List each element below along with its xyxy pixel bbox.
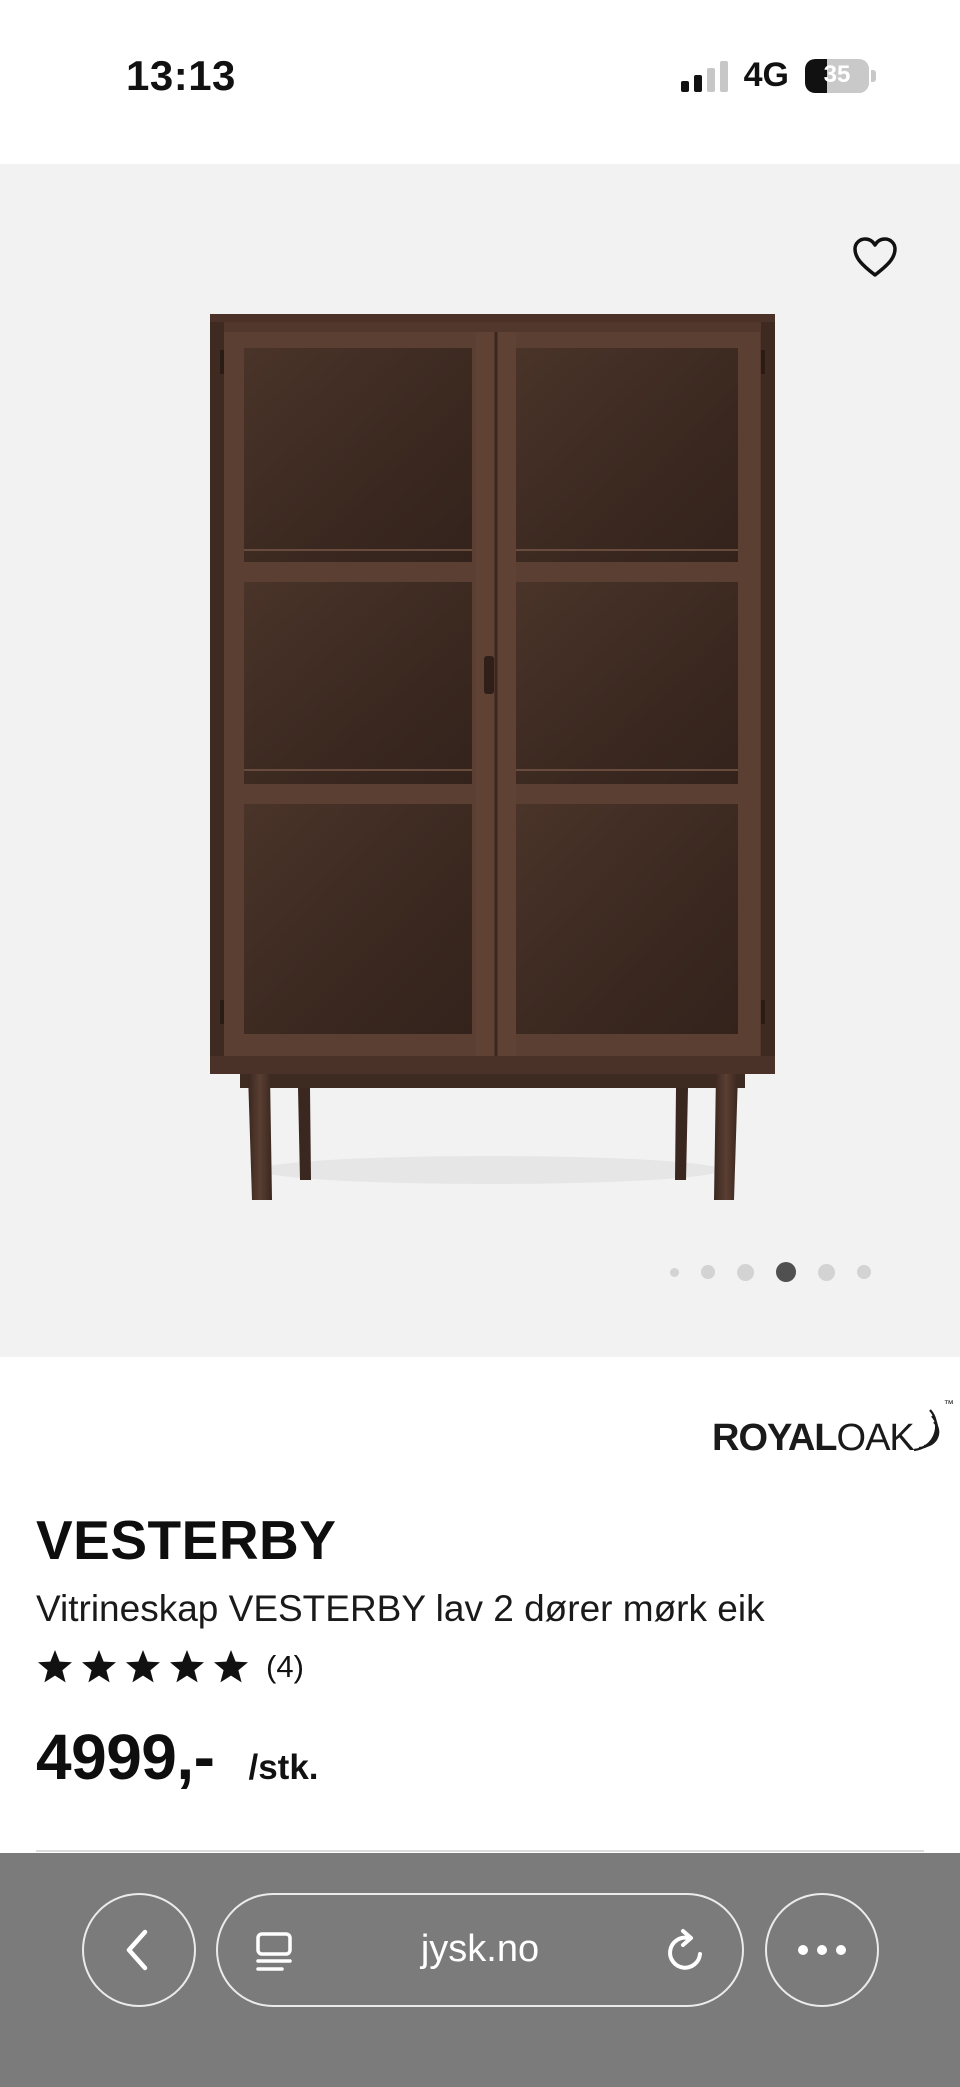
star-icon: [126, 1650, 160, 1683]
rating-stars: [36, 1648, 250, 1686]
carousel-dot[interactable]: [670, 1267, 679, 1277]
rating[interactable]: (4): [36, 1648, 304, 1686]
heart-outline-icon: [853, 237, 897, 277]
brand-arc-icon: [913, 1409, 940, 1452]
battery-level: 35: [823, 60, 851, 88]
chevron-left-icon: [126, 1929, 148, 1971]
price-unit: /stk.: [248, 1748, 319, 1787]
address-bar[interactable]: jysk.no: [216, 1893, 744, 2007]
carousel-dot[interactable]: [818, 1263, 835, 1281]
product-title: VESTERBY: [36, 1509, 337, 1571]
product-image[interactable]: [200, 310, 780, 1200]
ellipsis-icon: [798, 1945, 846, 1955]
divider: [36, 1850, 924, 1852]
reload-icon[interactable]: [664, 1928, 708, 1974]
brand-name-part1: ROYAL: [712, 1417, 838, 1459]
battery-icon: 35: [805, 58, 869, 93]
price-row: 4999,- /stk.: [36, 1720, 319, 1794]
battery-nub: [871, 69, 876, 82]
wishlist-button[interactable]: [850, 232, 900, 282]
more-button[interactable]: [765, 1893, 879, 2007]
status-time: 13:13: [126, 52, 236, 99]
carousel-dot[interactable]: [737, 1263, 754, 1281]
status-bar: 13:13 4G 35: [0, 0, 960, 164]
browser-toolbar: jysk.no: [0, 1853, 960, 2087]
star-icon: [214, 1650, 248, 1683]
brand-trademark: ™: [943, 1399, 954, 1410]
signal-strength-icon: [680, 60, 728, 92]
price: 4999,-: [36, 1721, 215, 1793]
brand-name-part2: OAK: [836, 1417, 915, 1459]
rating-count[interactable]: (4): [266, 1649, 304, 1685]
star-icon: [82, 1650, 116, 1683]
star-icon: [38, 1650, 72, 1683]
star-icon: [170, 1650, 204, 1683]
carousel-dots[interactable]: [670, 1262, 893, 1282]
network-type: 4G: [743, 56, 789, 94]
brand-logo: ROYALOAK ™: [712, 1398, 954, 1460]
carousel-dot[interactable]: [857, 1265, 871, 1279]
status-indicators: 4G 35: [680, 56, 876, 95]
product-subtitle: Vitrineskap VESTERBY lav 2 dører mørk ei…: [36, 1588, 765, 1629]
product-gallery[interactable]: [0, 164, 960, 1357]
back-button[interactable]: [82, 1893, 196, 2007]
carousel-dot[interactable]: [776, 1262, 796, 1282]
carousel-dot[interactable]: [701, 1265, 715, 1279]
